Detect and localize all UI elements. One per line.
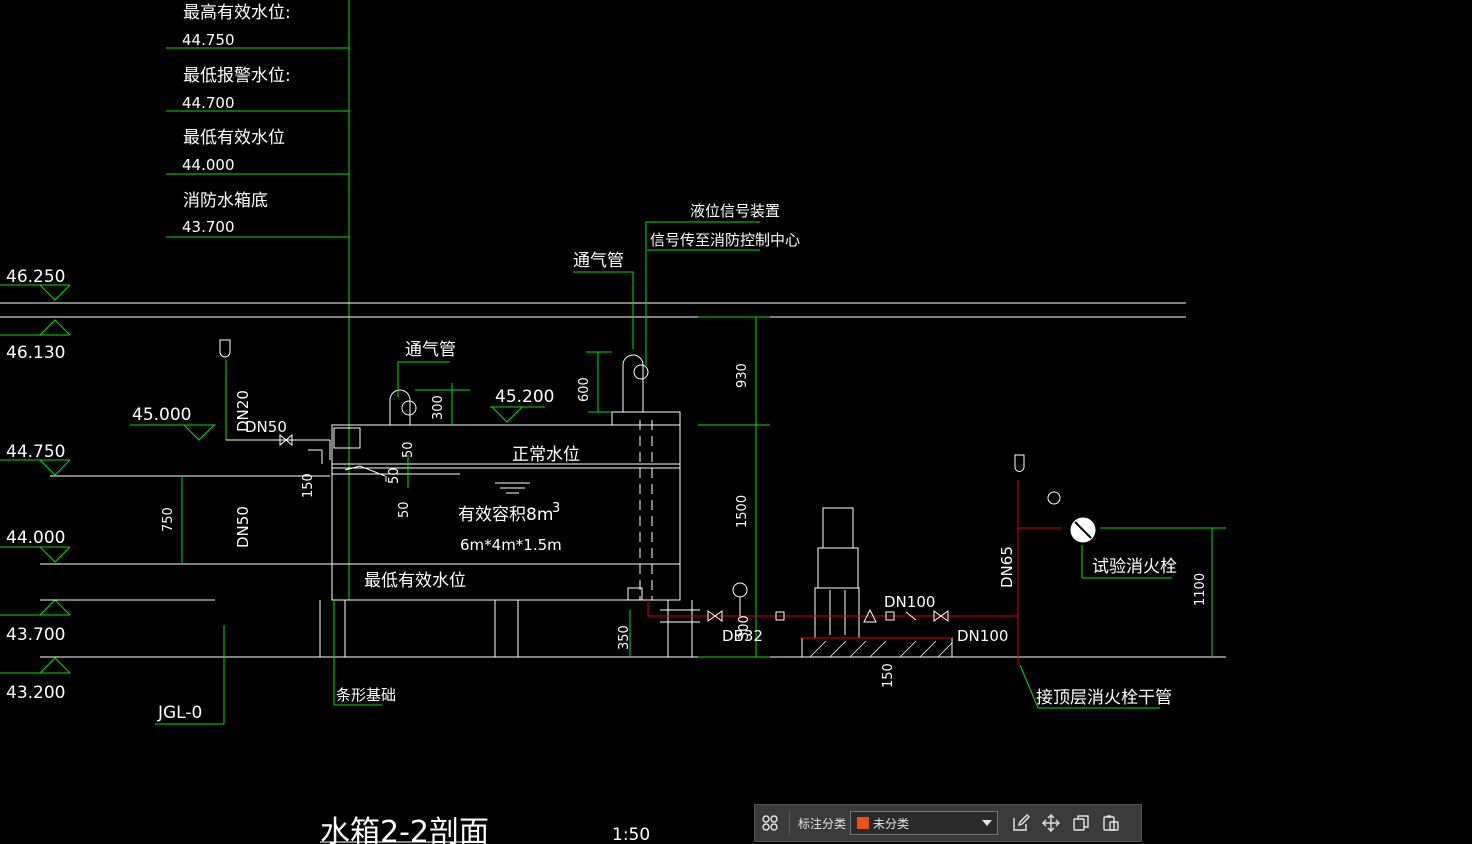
pipe-dn100-b: DN100 <box>957 627 1008 645</box>
legend-label-min: 最低有效水位 <box>183 128 285 148</box>
category-label: 标注分类 <box>798 816 847 831</box>
legend-value-min: 44.000 <box>182 156 235 174</box>
dim-50-b: 50 <box>387 467 402 484</box>
dim-750: 750 <box>161 507 176 532</box>
elev-44750: 44.750 <box>6 442 65 462</box>
label-level-device: 液位信号装置 <box>690 202 780 220</box>
dim-150-a: 150 <box>301 473 316 498</box>
dim-150-b: 150 <box>881 663 896 688</box>
vent-valve-icon <box>401 400 417 416</box>
dim-1500: 1500 <box>735 495 750 528</box>
label-effective-volume: 有效容积8m <box>458 505 553 525</box>
drawing-title: 水箱2-2剖面 <box>320 815 489 844</box>
label-roof-hydrant-main: 接顶层消火栓干管 <box>1036 688 1172 708</box>
label-volume-sup: 3 <box>552 501 560 516</box>
legend-label-max: 最高有效水位: <box>183 3 291 23</box>
dim-300-b: 300 <box>737 615 752 640</box>
elev-43700: 43.700 <box>6 625 65 645</box>
pressure-gauge-icon <box>1047 491 1061 505</box>
elev-43200: 43.200 <box>6 683 65 703</box>
dim-300: 300 <box>431 395 446 420</box>
roof-slab <box>0 302 1186 318</box>
pipe-dn100-a: DN100 <box>884 593 935 611</box>
category-color-swatch <box>857 817 870 829</box>
label-vent-pipe-1: 通气管 <box>573 251 624 271</box>
grid-icon[interactable] <box>755 808 785 838</box>
pump-base-hatch <box>809 640 953 658</box>
label-signal-to: 信号传至消防控制中心 <box>650 231 800 249</box>
edit-icon[interactable] <box>1006 808 1036 838</box>
copy-icon[interactable] <box>1066 808 1096 838</box>
water-level-legend <box>166 0 350 600</box>
label-jgl: JGL-0 <box>157 703 202 723</box>
pipe-dn50-b: DN50 <box>234 506 252 548</box>
label-strip-foundation: 条形基础 <box>336 686 396 704</box>
elev-44000: 44.000 <box>6 528 65 548</box>
legend-value-bottom: 43.700 <box>182 218 235 236</box>
elevation-markers <box>0 284 545 674</box>
label-test-hydrant: 试验消火栓 <box>1092 557 1177 577</box>
dim-350: 350 <box>617 625 632 650</box>
gauge-icon-right <box>1014 454 1025 472</box>
elev-46130: 46.130 <box>6 343 65 363</box>
drawing-scale: 1:50 <box>612 825 650 844</box>
label-vent-pipe-2: 通气管 <box>405 340 456 360</box>
category-select[interactable]: 未分类 <box>850 811 999 835</box>
elev-46250: 46.250 <box>6 267 65 287</box>
label-normal-level: 正常水位 <box>512 445 580 465</box>
category-selected-value: 未分类 <box>873 816 910 831</box>
pipe-dn65: DN65 <box>998 546 1016 588</box>
leader-lines <box>155 221 1226 725</box>
legend-label-alarm: 最低报警水位: <box>183 66 291 86</box>
level-lines <box>40 475 1226 658</box>
legend-value-max: 44.750 <box>182 31 235 49</box>
elev-45200: 45.200 <box>495 387 554 407</box>
pipe-dn20: DN20 <box>234 390 252 432</box>
label-min-effective: 最低有效水位 <box>364 571 466 591</box>
gauge-icon-top <box>219 339 231 358</box>
chevron-down-icon <box>982 820 993 826</box>
annotation-toolbar: 标注分类 未分类 <box>754 804 1142 842</box>
pump-assembly <box>801 507 953 658</box>
move-icon[interactable] <box>1036 808 1066 838</box>
toolbar-separator <box>789 810 790 836</box>
elev-45000: 45.000 <box>132 405 191 425</box>
legend-value-alarm: 44.700 <box>182 94 235 112</box>
level-sensor-icon <box>633 364 649 380</box>
dim-600: 600 <box>577 377 592 402</box>
dim-50-c: 50 <box>397 501 412 518</box>
cad-drawing-canvas[interactable]: 最高有效水位: 44.750 最低报警水位: 44.700 最低有效水位 44.… <box>0 0 1472 844</box>
dim-1100: 1100 <box>1193 573 1208 606</box>
dim-50-a: 50 <box>401 441 416 458</box>
legend-label-bottom: 消防水箱底 <box>183 191 268 211</box>
paste-icon[interactable] <box>1096 808 1126 838</box>
label-tank-size: 6m*4m*1.5m <box>460 536 562 554</box>
dim-930: 930 <box>735 363 750 388</box>
